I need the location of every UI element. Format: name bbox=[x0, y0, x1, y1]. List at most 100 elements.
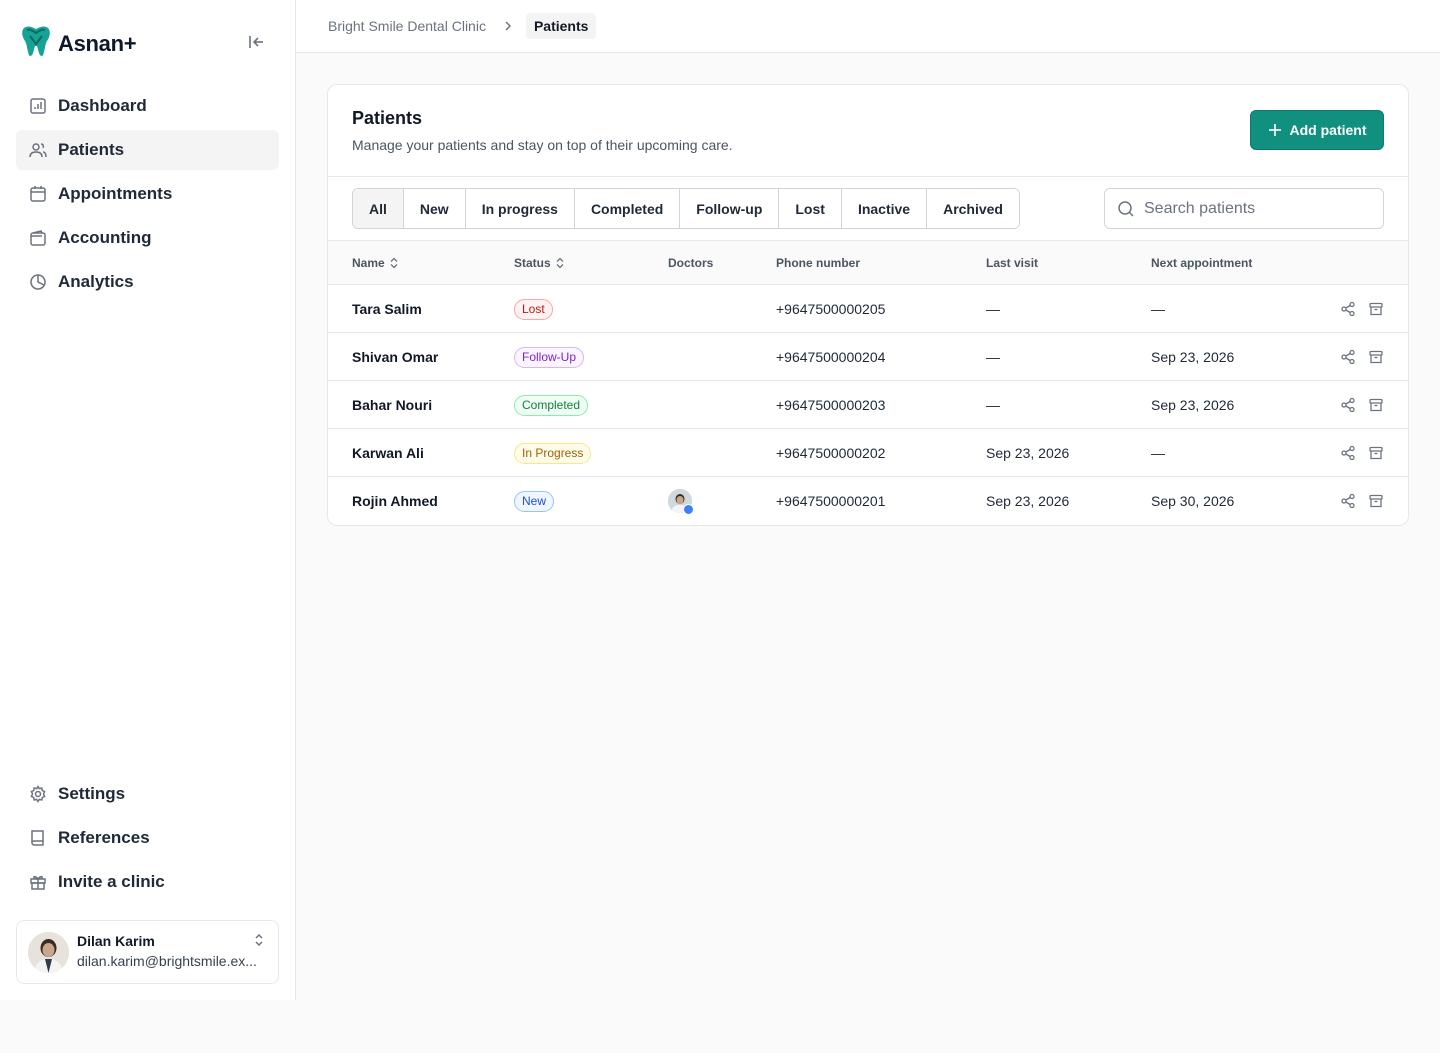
plus-icon bbox=[1268, 124, 1281, 136]
patient-name[interactable]: Tara Salim bbox=[352, 285, 422, 333]
table-body: Tara Salim Lost +9647500000205— — Shivan Oma… bbox=[328, 285, 1408, 525]
status-tabs: All New In progress Completed Follow-up … bbox=[352, 188, 1020, 229]
nav-dashboard[interactable]: Dashboard bbox=[16, 86, 279, 126]
sort-icon bbox=[390, 257, 398, 269]
search-icon bbox=[1118, 200, 1134, 217]
nav-accounting[interactable]: Accounting bbox=[16, 218, 279, 258]
share-button[interactable] bbox=[1340, 285, 1356, 333]
archive-button[interactable] bbox=[1368, 381, 1384, 429]
table-row[interactable]: Bahar Nouri Completed +9647500000203 — Sep 2… bbox=[328, 381, 1408, 429]
patient-name[interactable]: Rojin Ahmed bbox=[352, 477, 438, 525]
nav-references[interactable]: References bbox=[16, 818, 279, 858]
user-info: Dilan Karim dilan.karim@brightsmile.ex..… bbox=[77, 932, 269, 972]
nav-label: Dashboard bbox=[58, 96, 147, 115]
archive-button[interactable] bbox=[1368, 333, 1384, 381]
column-last-visit: Last visit bbox=[986, 241, 1038, 285]
status-badge: Follow-Up bbox=[514, 346, 585, 368]
nav-label: Accounting bbox=[58, 228, 152, 247]
archive-button[interactable] bbox=[1368, 477, 1384, 525]
sidebar: Asnan+ Dashboard Patients Appointments A… bbox=[0, 0, 296, 1000]
next-appointment: — bbox=[1151, 301, 1165, 317]
column-label: Doctors bbox=[668, 256, 714, 270]
panel-collapse-icon bbox=[249, 36, 263, 48]
tab-new[interactable]: New bbox=[403, 189, 466, 228]
share-button[interactable] bbox=[1340, 333, 1356, 381]
tab-lost[interactable]: Lost bbox=[779, 189, 842, 228]
column-label: Next appointment bbox=[1151, 256, 1253, 270]
nav-label: Patients bbox=[58, 140, 125, 159]
tab-completed[interactable]: Completed bbox=[574, 189, 681, 228]
archive-icon bbox=[1369, 494, 1383, 508]
status-badge: In Progress bbox=[514, 442, 592, 464]
phone-number: +9647500000205 bbox=[776, 301, 886, 317]
column-name[interactable]: Name bbox=[352, 241, 399, 285]
user-menu[interactable]: Dilan Karim dilan.karim@brightsmile.ex..… bbox=[16, 920, 279, 984]
table-row[interactable]: Karwan Ali In Progress +9647500000202 Sep 2… bbox=[328, 429, 1408, 477]
nav-invite-clinic[interactable]: Invite a clinic bbox=[16, 862, 279, 902]
column-next-appointment: Next appointment bbox=[1151, 241, 1252, 285]
share-button[interactable] bbox=[1340, 477, 1356, 525]
filter-toolbar: All New In progress Completed Follow-up … bbox=[328, 177, 1408, 241]
tab-inactive[interactable]: Inactive bbox=[841, 189, 928, 228]
tab-follow-up[interactable]: Follow-up bbox=[680, 189, 780, 228]
add-patient-button[interactable]: Add patient bbox=[1250, 110, 1384, 150]
share-button[interactable] bbox=[1340, 429, 1356, 477]
nav-analytics[interactable]: Analytics bbox=[16, 262, 279, 302]
page-title: Patients bbox=[352, 108, 423, 128]
app-name: Asnan+ bbox=[58, 30, 137, 56]
sort-icon bbox=[556, 257, 564, 269]
nav-label: Appointments bbox=[58, 184, 173, 203]
column-label: Phone number bbox=[776, 256, 861, 270]
next-appointment: Sep 23, 2026 bbox=[1151, 349, 1235, 365]
status-cell: Follow-Up bbox=[514, 333, 585, 381]
column-label: Name bbox=[352, 256, 385, 270]
calendar-icon bbox=[30, 186, 46, 202]
archive-icon bbox=[1369, 350, 1383, 364]
table-row[interactable]: Shivan Omar Follow-Up +9647500000204 — Sep 2… bbox=[328, 333, 1408, 381]
table-row[interactable]: Tara Salim Lost +9647500000205 — — bbox=[328, 285, 1408, 333]
users-icon bbox=[29, 143, 47, 158]
nav-appointments[interactable]: Appointments bbox=[16, 174, 279, 214]
nav-settings[interactable]: Settings bbox=[16, 774, 279, 814]
archive-button[interactable] bbox=[1368, 285, 1384, 333]
last-visit: — bbox=[986, 349, 1000, 365]
app-logo[interactable]: Asnan+ bbox=[20, 24, 137, 63]
top-bar: Bright Smile Dental Clinic Patients bbox=[296, 0, 1440, 53]
wallet-icon bbox=[30, 230, 46, 246]
patient-name[interactable]: Karwan Ali bbox=[352, 429, 424, 477]
user-name: Dilan Karim bbox=[77, 933, 155, 949]
share-icon bbox=[1341, 445, 1355, 461]
share-icon bbox=[1341, 397, 1355, 413]
share-button[interactable] bbox=[1340, 381, 1356, 429]
column-label: Last visit bbox=[986, 256, 1039, 270]
tab-all[interactable]: All bbox=[353, 189, 404, 228]
nav-label: References bbox=[58, 828, 150, 847]
table-header: Name Status Doctors Phone number Last vi… bbox=[328, 241, 1408, 285]
page-subtitle: Manage your patients and stay on top of … bbox=[352, 137, 733, 153]
phone-number: +9647500000204 bbox=[776, 349, 886, 365]
book-icon bbox=[31, 830, 44, 846]
column-status[interactable]: Status bbox=[514, 241, 565, 285]
user-avatar bbox=[28, 931, 69, 973]
archive-button[interactable] bbox=[1368, 429, 1384, 477]
nav-patients[interactable]: Patients bbox=[16, 130, 279, 170]
next-appointment: Sep 30, 2026 bbox=[1151, 493, 1235, 509]
column-phone: Phone number bbox=[776, 241, 860, 285]
search-input[interactable] bbox=[1144, 199, 1364, 218]
doctor-avatar[interactable] bbox=[668, 489, 694, 515]
tab-archived[interactable]: Archived bbox=[927, 189, 1019, 228]
chevron-right-icon bbox=[502, 20, 514, 32]
verified-icon bbox=[683, 504, 694, 515]
patient-name[interactable]: Bahar Nouri bbox=[352, 381, 432, 429]
status-cell: Completed bbox=[514, 381, 589, 429]
gift-icon bbox=[30, 875, 46, 890]
status-badge: Lost bbox=[514, 298, 553, 320]
patient-name[interactable]: Shivan Omar bbox=[352, 333, 438, 381]
status-badge: Completed bbox=[514, 394, 589, 416]
collapse-sidebar-button[interactable] bbox=[244, 30, 268, 54]
tab-in-progress[interactable]: In progress bbox=[465, 189, 575, 228]
table-row[interactable]: Rojin Ahmed New +9647500000201 Sep 23, 2026… bbox=[328, 477, 1408, 525]
column-label: Status bbox=[514, 256, 551, 270]
breadcrumb-clinic[interactable]: Bright Smile Dental Clinic bbox=[328, 18, 486, 34]
main-nav: Dashboard Patients Appointments Accounti… bbox=[16, 86, 279, 306]
